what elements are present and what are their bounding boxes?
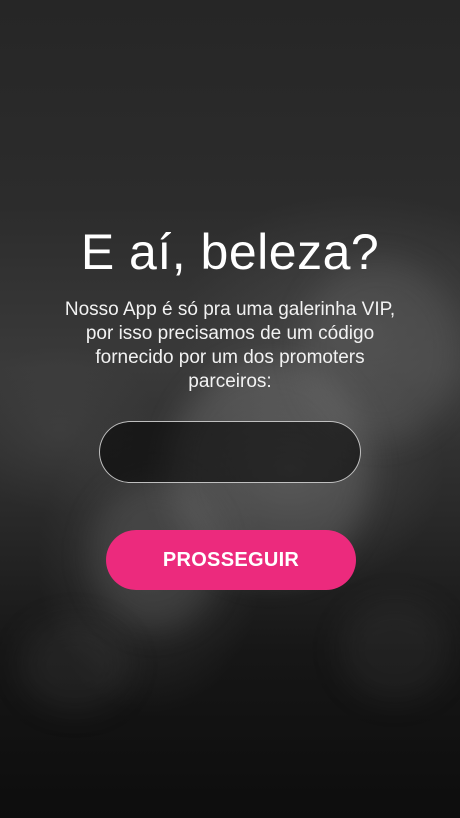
continue-button[interactable]: PROSSEGUIR [106,530,356,590]
intro-text: Nosso App é só pra uma galerinha VIP, po… [64,299,396,392]
invite-code-screen: E aí, beleza? Nosso App é só pra uma gal… [0,0,460,818]
invite-code-input[interactable] [99,421,361,483]
page-title: E aí, beleza? [80,224,380,280]
blurred-background-photo [0,0,460,818]
